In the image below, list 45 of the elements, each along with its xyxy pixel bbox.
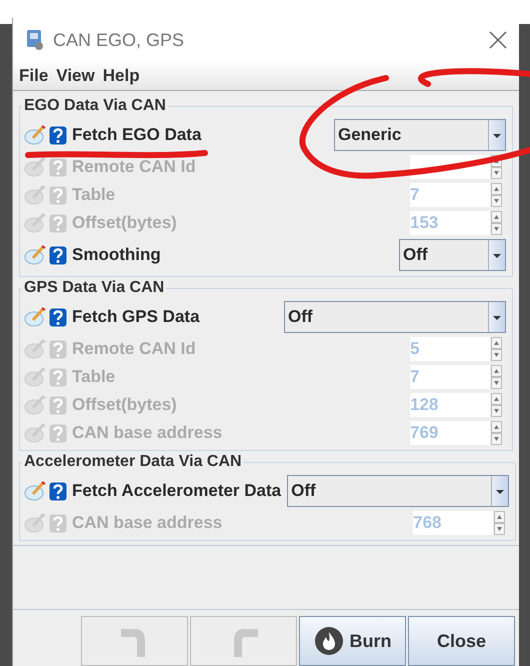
caret-icon[interactable] [488,302,505,332]
field-label: Offset(bytes) [72,395,177,415]
dropdown[interactable]: Off [287,475,510,507]
edit-note-icon[interactable] [24,157,46,177]
field-label: Fetch Accelerometer Data [72,481,282,501]
group-title: EGO Data Via CAN [23,97,167,115]
field-label: Table [72,185,116,205]
caret-icon[interactable] [488,120,505,150]
window-title: CAN EGO, GPS [53,30,186,50]
spinner-arrows-icon[interactable] [491,393,502,417]
menu-item[interactable]: Help [102,66,140,86]
caret-icon[interactable] [488,240,505,270]
help-icon[interactable] [49,246,67,264]
field-label: CAN base address [72,423,222,443]
flame-icon [314,626,344,656]
caret-icon[interactable] [491,476,508,506]
menu-item[interactable]: File [19,66,48,86]
field-label: Fetch EGO Data [72,125,202,145]
field-label: Table [72,367,116,387]
group-title: Accelerometer Data Via CAN [23,453,243,471]
field-label: Smoothing [72,245,161,265]
dropdown[interactable]: Off [399,239,506,271]
help-icon[interactable] [49,482,67,500]
field-label: Fetch GPS Data [72,307,200,327]
field-label: CAN base address [72,513,222,533]
menu-item[interactable]: View [56,66,95,86]
spinner-arrows-icon[interactable] [491,337,502,361]
close-icon[interactable] [489,31,507,49]
dropdown[interactable]: Generic [334,119,506,151]
field-label: Remote CAN Id [72,157,196,177]
help-icon[interactable] [49,126,67,144]
field-label: Remote CAN Id [72,339,196,359]
burn-button[interactable]: Burn [299,616,406,666]
spinner-arrows-icon[interactable] [494,511,506,535]
dropdown[interactable]: Off [284,301,506,333]
close-button[interactable]: Close [408,616,515,666]
field-label: Offset(bytes) [72,213,177,233]
app-icon [25,29,45,51]
help-icon[interactable] [49,308,67,326]
spinner-arrows-icon[interactable] [491,183,502,207]
spinner-arrows-icon[interactable] [491,421,502,445]
spinner-arrows-icon[interactable] [491,211,502,235]
spinner-arrows-icon[interactable] [491,365,502,389]
group-title: GPS Data Via CAN [23,279,166,297]
spinner-arrows-icon[interactable] [491,155,502,179]
